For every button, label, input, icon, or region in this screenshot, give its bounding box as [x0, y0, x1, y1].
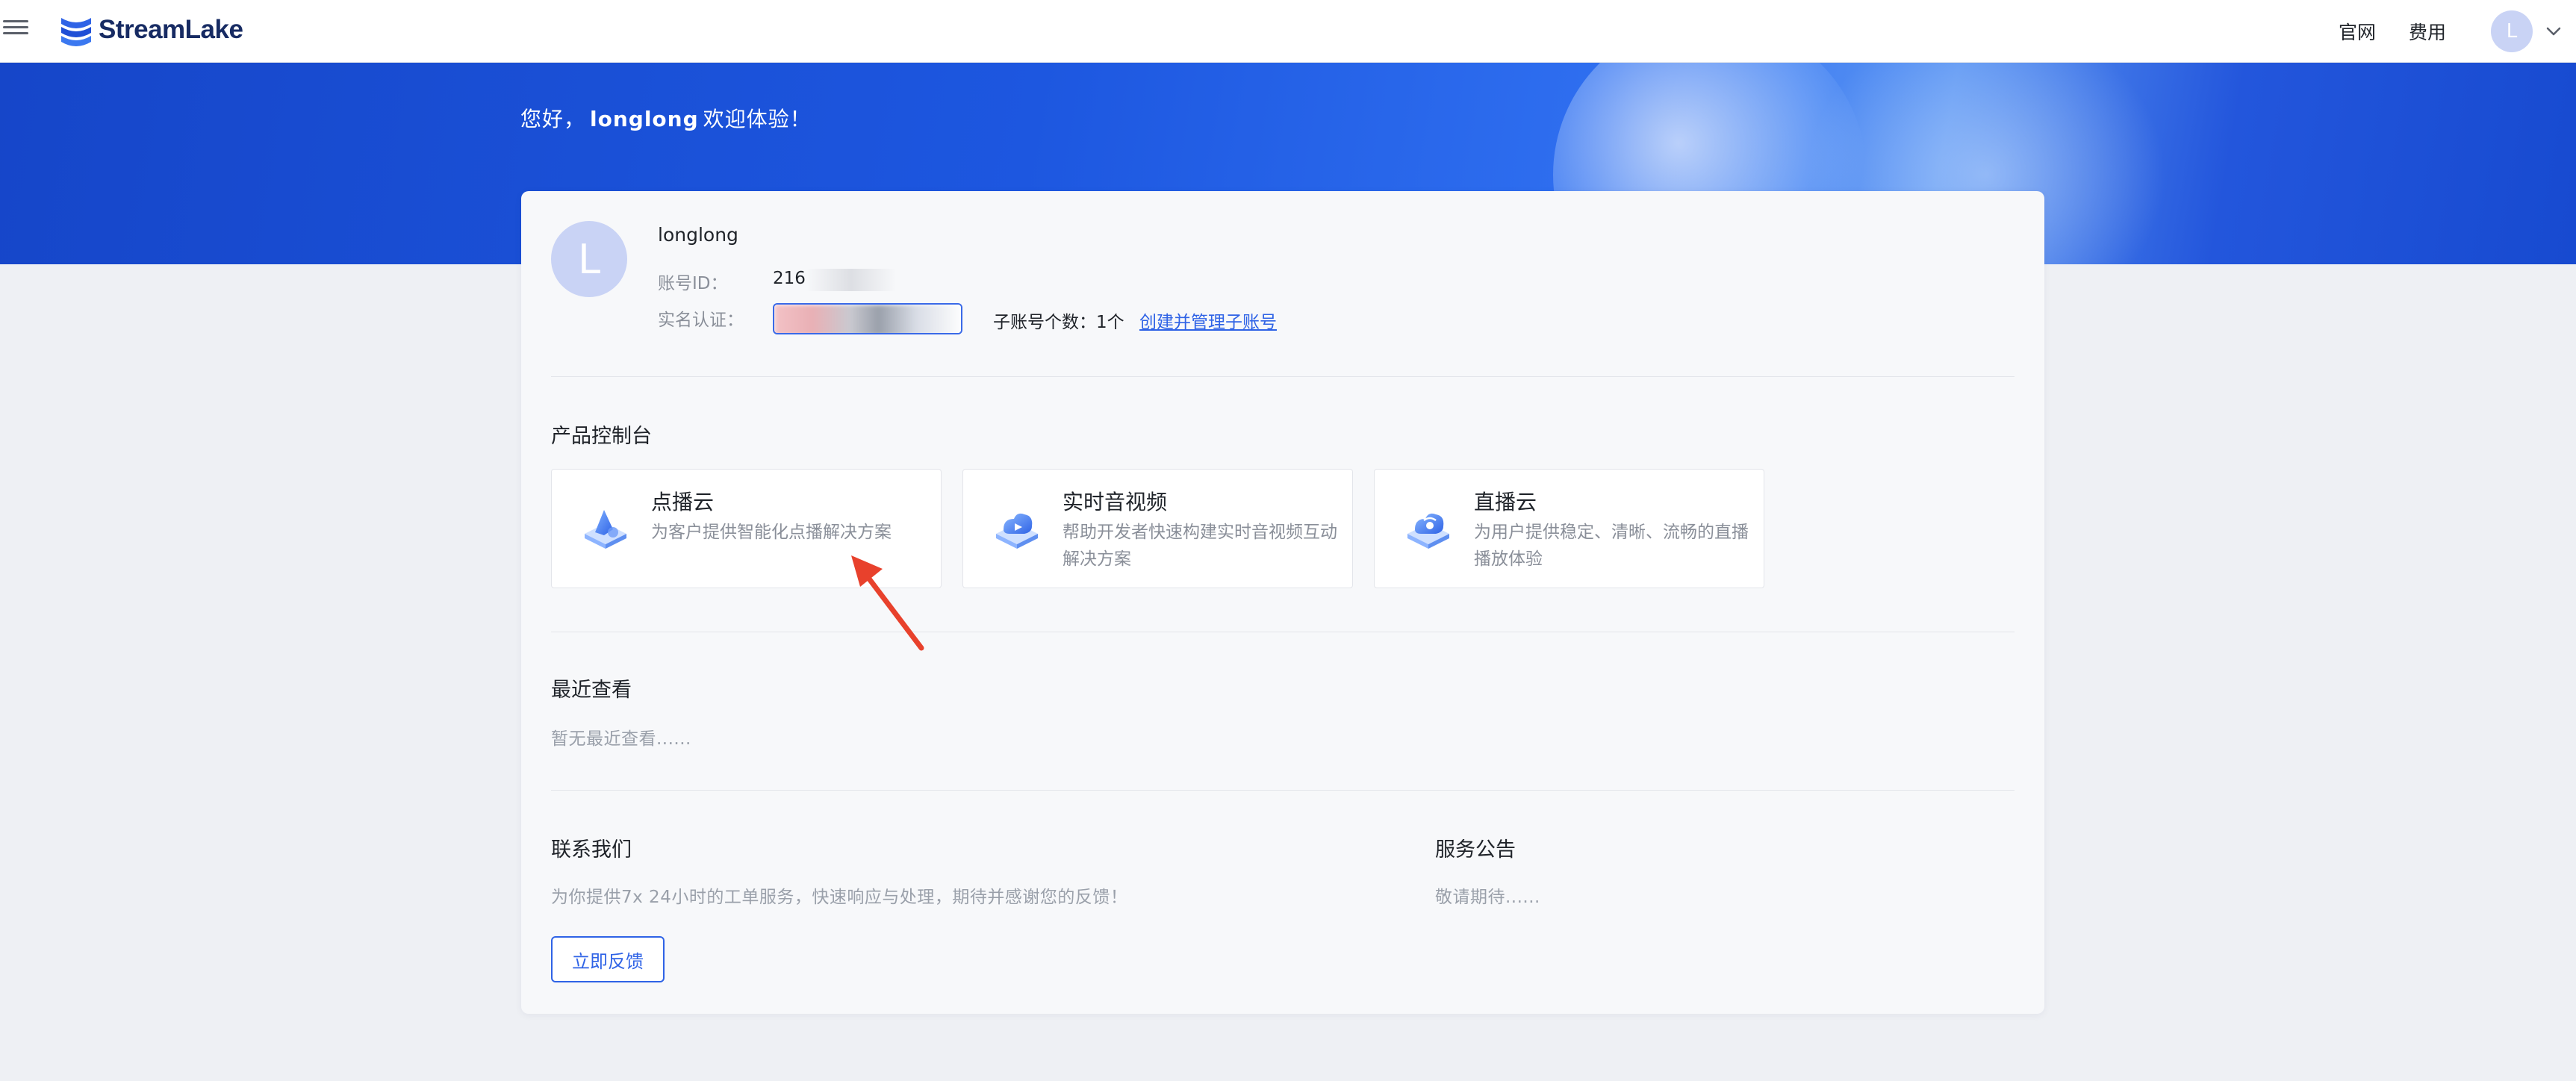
vod-cloud-icon: [585, 510, 626, 549]
product-card-live[interactable]: 直播云 为用户提供稳定、清晰、流畅的直播播放体验: [1374, 469, 1764, 588]
product-desc: 帮助开发者快速构建实时音视频互动解决方案: [1063, 523, 1337, 569]
nav-right: 官网 费用 L: [2339, 0, 2576, 63]
divider: [551, 376, 2015, 377]
console-card: L longlong 账号ID： 216 实名认证： 子账号个数：1个 创建并管…: [521, 191, 2044, 1014]
manage-subaccount-link[interactable]: 创建并管理子账号: [1139, 308, 1277, 333]
contact-desc: 为你提供7x 24小时的工单服务，快速响应与处理，期待并感谢您的反馈！: [551, 888, 1128, 907]
greeting-suffix: 欢迎体验！: [703, 107, 812, 131]
logo[interactable]: StreamLake: [58, 12, 243, 48]
recent-empty-text: 暂无最近查看......: [551, 729, 691, 749]
product-name: 实时音视频: [1063, 490, 1168, 514]
account-username: longlong: [658, 224, 738, 246]
subaccount-count: 子账号个数：1个: [993, 313, 1124, 332]
account-id-value: 216: [773, 269, 806, 288]
feedback-button[interactable]: 立即反馈: [551, 936, 665, 982]
product-desc: 为客户提供智能化点播解决方案: [651, 523, 892, 542]
contact-title: 联系我们: [551, 838, 632, 862]
top-nav: StreamLake 官网 费用 L: [0, 0, 2576, 63]
account-avatar: L: [551, 221, 627, 297]
divider: [551, 790, 2015, 791]
nav-link-official-site[interactable]: 官网: [2339, 18, 2376, 45]
notice-text: 敬请期待......: [1435, 888, 1540, 907]
streamlake-logo-icon: [61, 18, 91, 46]
live-cloud-icon: [1407, 513, 1449, 549]
product-console-title: 产品控制台: [551, 425, 652, 448]
account-id-label: 账号ID：: [658, 274, 728, 293]
realname-label: 实名认证：: [658, 311, 744, 330]
greeting-username: longlong: [590, 107, 699, 131]
logo-text: StreamLake: [99, 15, 243, 44]
menu-icon[interactable]: [3, 16, 28, 39]
nav-link-pricing[interactable]: 费用: [2409, 18, 2446, 45]
product-name: 点播云: [651, 490, 715, 514]
chevron-down-icon[interactable]: [2543, 21, 2564, 42]
greeting-prefix: 您好，: [520, 107, 586, 131]
user-avatar[interactable]: L: [2491, 10, 2533, 52]
realname-status-badge[interactable]: [773, 303, 962, 334]
recent-title: 最近查看: [551, 679, 632, 702]
redaction-mask: [774, 305, 961, 333]
rtc-cloud-icon: [996, 513, 1038, 549]
notice-title: 服务公告: [1435, 838, 1516, 862]
product-card-rtc[interactable]: 实时音视频 帮助开发者快速构建实时音视频互动解决方案: [962, 469, 1353, 588]
redaction-mask: [806, 269, 896, 291]
annotation-arrow-icon: [851, 555, 924, 651]
product-name: 直播云: [1474, 490, 1537, 514]
product-desc: 为用户提供稳定、清晰、流畅的直播播放体验: [1474, 523, 1749, 569]
greeting-text: 您好， longlong 欢迎体验！: [520, 103, 812, 133]
